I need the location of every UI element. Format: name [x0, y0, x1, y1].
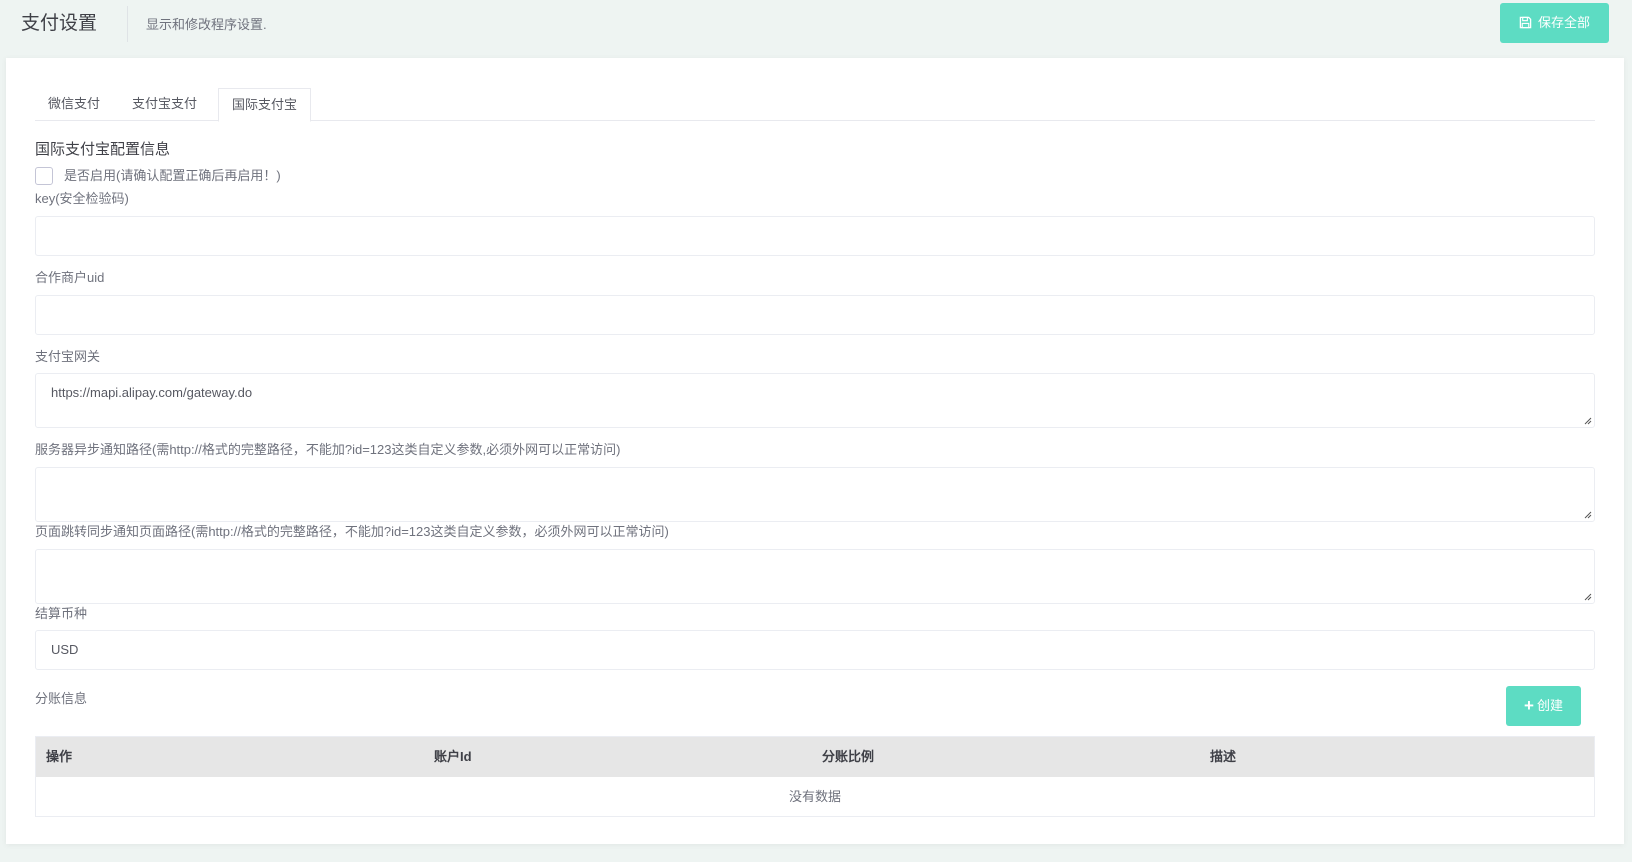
enable-checkbox-label: 是否启用(请确认配置正确后再启用！) — [64, 168, 281, 183]
tab-alipay[interactable]: 支付宝支付 — [119, 88, 210, 121]
table-header: 操作 账户Id 分账比例 描述 — [36, 737, 1594, 777]
page-title: 支付设置 — [21, 13, 98, 34]
resize-grip-icon[interactable] — [1583, 592, 1592, 601]
col-account-id: 账户Id — [434, 749, 472, 764]
create-button[interactable]: + 创建 — [1506, 686, 1581, 726]
enable-checkbox[interactable] — [35, 167, 53, 185]
tab-wechat-pay[interactable]: 微信支付 — [35, 88, 113, 121]
create-label: 创建 — [1536, 698, 1563, 713]
tab-alipay-global[interactable]: 国际支付宝 — [218, 88, 312, 122]
split-info-label: 分账信息 — [35, 691, 88, 706]
key-input[interactable] — [35, 216, 1595, 256]
resize-grip-icon[interactable] — [1583, 416, 1592, 425]
floppy-disk-icon — [1519, 16, 1532, 29]
key-label: key(安全检验码) — [35, 191, 129, 206]
partner-uid-input[interactable] — [35, 295, 1595, 335]
gateway-label: 支付宝网关 — [35, 349, 101, 364]
save-all-label: 保存全部 — [1537, 15, 1590, 30]
plus-icon: + — [1524, 696, 1534, 715]
page-subtitle: 显示和修改程序设置. — [146, 17, 267, 32]
section-title: 国际支付宝配置信息 — [35, 141, 171, 158]
notify-url-textarea[interactable] — [35, 467, 1595, 522]
return-url-textarea[interactable] — [35, 549, 1595, 604]
split-table: 操作 账户Id 分账比例 描述 没有数据 — [35, 736, 1595, 817]
notify-url-label: 服务器异步通知路径(需http://格式的完整路径，不能加?id=123这类自定… — [35, 442, 621, 457]
empty-message: 没有数据 — [788, 789, 841, 804]
col-action: 操作 — [46, 749, 73, 764]
gateway-textarea[interactable]: https://mapi.alipay.com/gateway.do — [35, 373, 1595, 428]
col-description: 描述 — [1210, 749, 1237, 764]
payment-tabs: 微信支付 支付宝支付 国际支付宝 — [35, 88, 1595, 122]
save-all-button[interactable]: 保存全部 — [1500, 3, 1609, 43]
resize-grip-icon[interactable] — [1583, 510, 1592, 519]
currency-label: 结算币种 — [35, 606, 88, 621]
header-divider — [127, 6, 128, 42]
gateway-value: https://mapi.alipay.com/gateway.do — [51, 385, 253, 400]
page-header: 支付设置 显示和修改程序设置. 保存全部 — [0, 0, 1632, 58]
col-split-ratio: 分账比例 — [822, 749, 875, 764]
currency-input[interactable]: USD — [35, 630, 1595, 670]
partner-uid-label: 合作商户uid — [35, 270, 105, 285]
return-url-label: 页面跳转同步通知页面路径(需http://格式的完整路径，不能加?id=123这… — [35, 524, 669, 539]
